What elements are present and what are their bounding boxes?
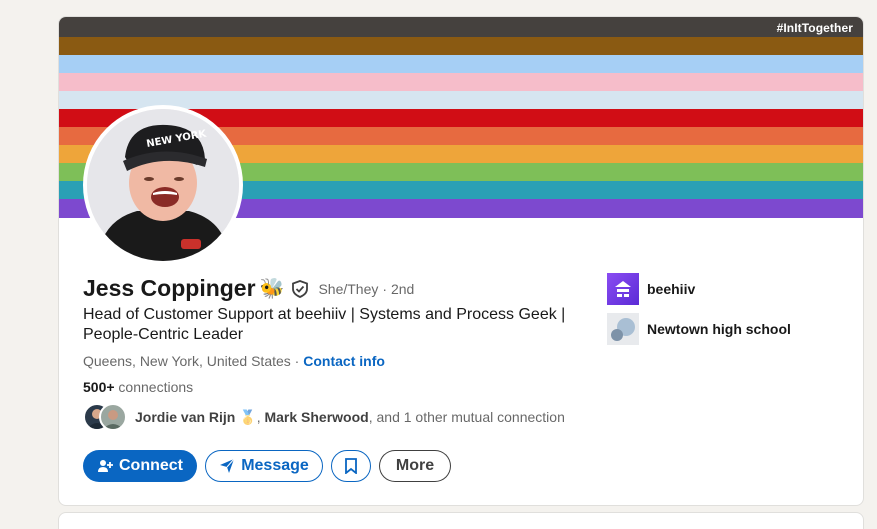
experience-summary: beehiiv Newtown high school	[607, 273, 791, 353]
separator: ·	[290, 353, 304, 369]
connect-button[interactable]: Connect	[83, 450, 197, 482]
connections-label: connections	[114, 379, 194, 395]
avatar	[99, 403, 127, 431]
beehiiv-logo	[607, 273, 639, 305]
pronouns: She/They	[318, 280, 379, 297]
profile-card: #InItTogether NEW YORK Jess Coppinger 🐝 …	[58, 16, 864, 506]
shield-check-icon[interactable]	[290, 279, 310, 299]
add-person-icon	[97, 458, 113, 474]
more-label: More	[395, 457, 435, 474]
location-row: Queens, New York, United States · Contac…	[83, 353, 385, 369]
connections-count[interactable]: 500+ connections	[83, 379, 193, 395]
more-button[interactable]: More	[379, 450, 451, 482]
profile-photo[interactable]: NEW YORK	[83, 105, 243, 265]
medal-emoji: 🥇	[239, 408, 257, 425]
school-name: Newtown high school	[647, 321, 791, 337]
message-button[interactable]: Message	[205, 450, 323, 482]
bookmark-icon	[344, 458, 358, 474]
banner-stripe	[59, 37, 863, 55]
connection-degree: · 2nd	[382, 280, 415, 297]
message-label: Message	[241, 457, 309, 474]
mutual-avatars	[83, 403, 129, 431]
connect-label: Connect	[119, 457, 183, 474]
name-row: Jess Coppinger 🐝 She/They · 2nd	[83, 275, 414, 302]
next-section-card	[58, 512, 864, 529]
banner-stripe	[59, 17, 863, 37]
mutual-connections[interactable]: Jordie van Rijn 🥇, Mark Sherwood, and 1 …	[83, 403, 565, 431]
action-buttons: Connect Message More	[83, 450, 451, 482]
bee-emoji: 🐝	[259, 278, 285, 300]
profile-headline: Head of Customer Support at beehiiv | Sy…	[83, 306, 566, 343]
mutual-name-2: Mark Sherwood	[264, 408, 369, 425]
mutual-name-1: Jordie van Rijn	[135, 408, 236, 425]
current-company[interactable]: beehiiv	[607, 273, 791, 305]
banner-hashtag: #InItTogether	[776, 21, 853, 35]
contact-info-link[interactable]: Contact info	[303, 353, 385, 369]
banner-stripe	[59, 55, 863, 73]
school[interactable]: Newtown high school	[607, 313, 791, 345]
save-button[interactable]	[331, 450, 371, 482]
profile-location: Queens, New York, United States	[83, 353, 291, 369]
company-name: beehiiv	[647, 281, 696, 297]
mutual-text: Jordie van Rijn 🥇, Mark Sherwood, and 1 …	[135, 409, 565, 426]
school-logo	[607, 313, 639, 345]
paper-plane-icon	[219, 458, 235, 474]
mutual-rest: , and 1 other mutual connection	[368, 408, 565, 425]
connections-number: 500+	[83, 379, 115, 395]
banner-stripe	[59, 73, 863, 91]
profile-name: Jess Coppinger	[83, 275, 256, 301]
person-photo-icon: NEW YORK	[87, 109, 239, 261]
